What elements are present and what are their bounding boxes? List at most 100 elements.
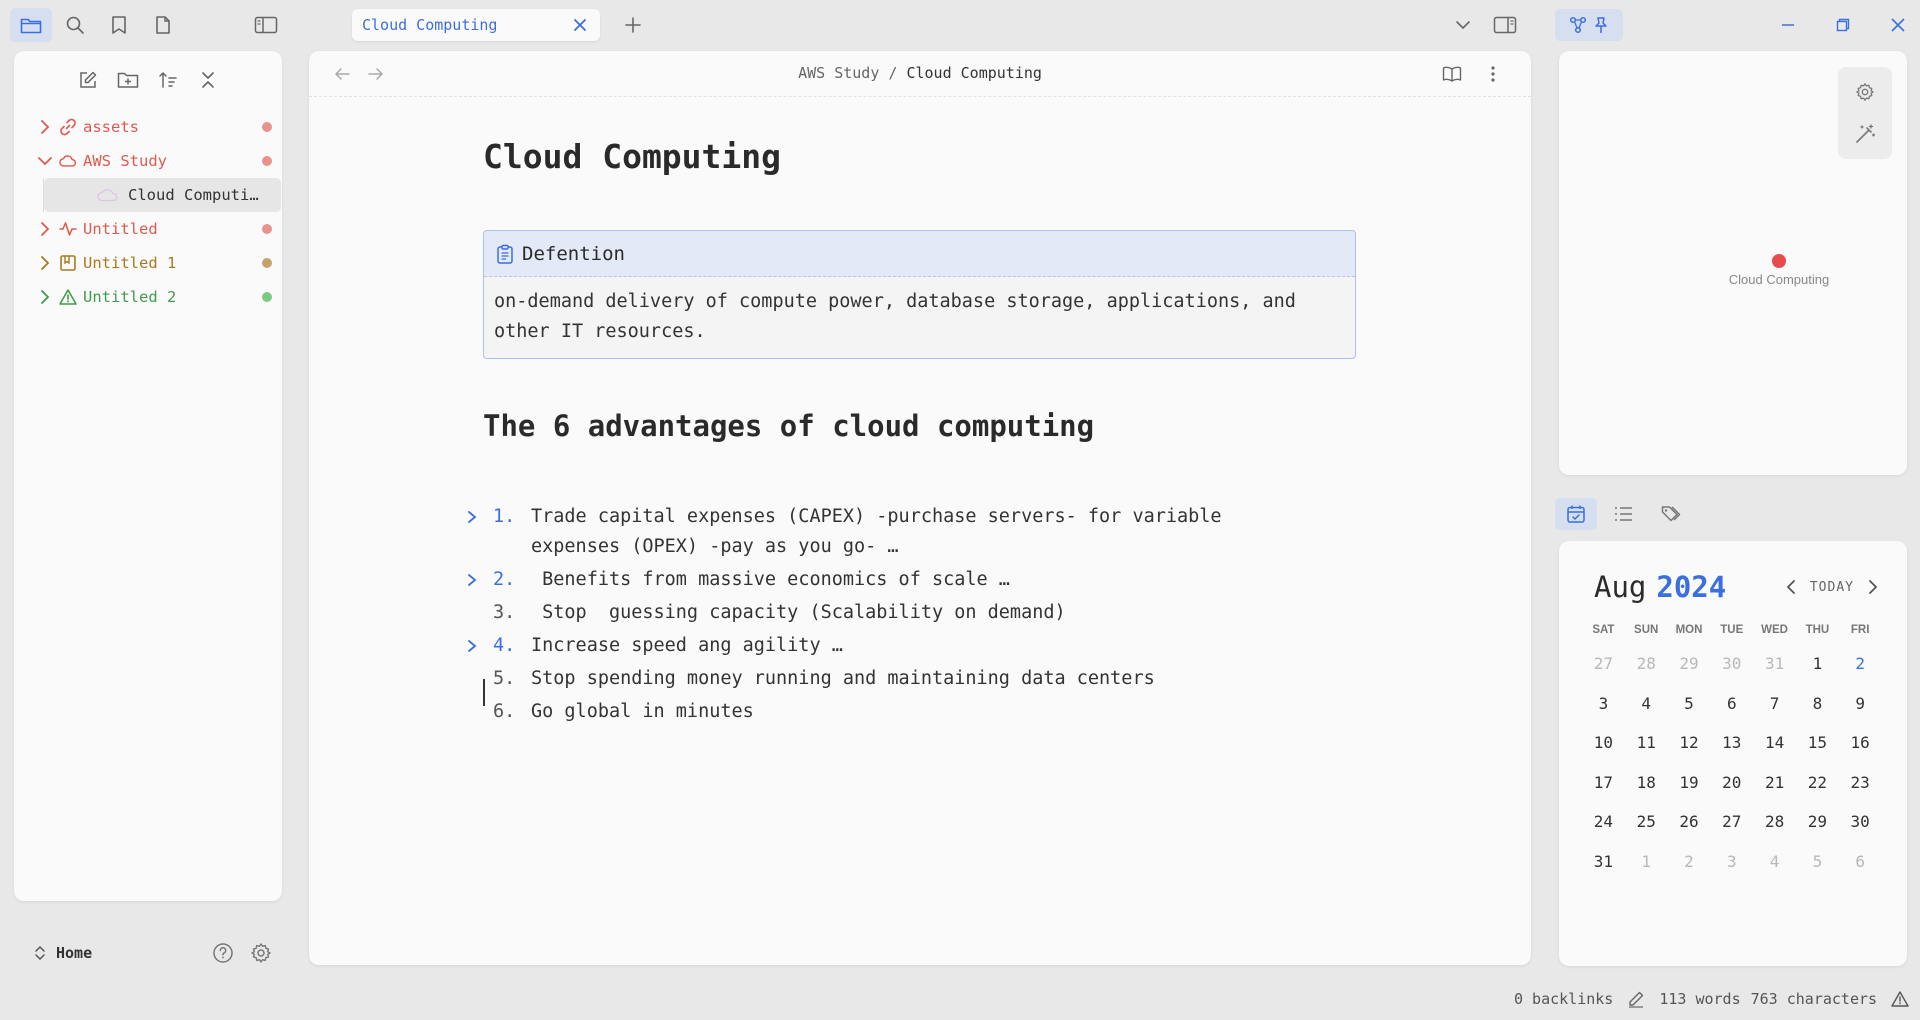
calendar-day[interactable]: 22 [1796, 767, 1839, 807]
chevron-right-icon[interactable] [1862, 574, 1884, 600]
calendar-day[interactable]: 29 [1668, 648, 1711, 688]
calendar-day[interactable]: 3 [1582, 688, 1625, 728]
calendar-day[interactable]: 30 [1710, 648, 1753, 688]
sort-icon[interactable] [152, 65, 184, 95]
list-item-text: Stop spending money running and maintain… [531, 668, 1155, 689]
calendar-day[interactable]: 29 [1796, 806, 1839, 846]
calendar-day[interactable]: 5 [1796, 846, 1839, 886]
fold-chevron-icon[interactable] [463, 565, 481, 595]
calendar-day[interactable]: 12 [1668, 727, 1711, 767]
calendar-day[interactable]: 27 [1582, 648, 1625, 688]
folder-untitled-2[interactable]: Untitled 2 [29, 280, 281, 314]
calendar-day[interactable]: 10 [1582, 727, 1625, 767]
list-item[interactable]: 6. Go global in minutes [469, 697, 1369, 727]
calendar-day[interactable]: 27 [1710, 806, 1753, 846]
file-cloud-computing[interactable]: Cloud Computing [43, 178, 281, 212]
list-item[interactable]: 3. Stop guessing capacity (Scalability o… [469, 598, 1369, 628]
calendar-day[interactable]: 15 [1796, 727, 1839, 767]
calendar-day[interactable]: 11 [1625, 727, 1668, 767]
calendar-day[interactable]: 8 [1796, 688, 1839, 728]
list-item[interactable]: 5. Stop spending money running and maint… [469, 664, 1369, 694]
callout[interactable]: Defention on-demand delivery of compute … [483, 230, 1356, 359]
local-graph-view[interactable]: Cloud Computing [1559, 51, 1907, 475]
plus-icon[interactable] [618, 10, 648, 40]
warning-icon[interactable] [1891, 990, 1909, 1008]
folder-aws-study[interactable]: AWS Study [29, 144, 281, 178]
fold-chevron-icon[interactable] [463, 631, 481, 661]
calendar-day[interactable]: 26 [1668, 806, 1711, 846]
pencil-icon[interactable] [1627, 990, 1645, 1008]
close-icon[interactable] [570, 15, 590, 35]
calendar-icon[interactable] [1555, 498, 1597, 530]
calendar-day[interactable]: 31 [1582, 846, 1625, 886]
list-item[interactable]: 4. Increase speed ang agility … [468, 631, 1369, 661]
calendar-day[interactable]: 6 [1839, 846, 1882, 886]
pin-icon[interactable] [1593, 16, 1609, 34]
new-folder-icon[interactable] [112, 65, 144, 95]
calendar-day[interactable]: 13 [1710, 727, 1753, 767]
folder-untitled-1[interactable]: Untitled 1 [29, 246, 281, 280]
restore-icon[interactable] [1815, 8, 1870, 42]
calendar-day[interactable]: 19 [1668, 767, 1711, 807]
breadcrumb-parent[interactable]: AWS Study [798, 64, 879, 82]
more-vertical-icon[interactable] [1481, 61, 1505, 87]
calendar-day[interactable]: 30 [1839, 806, 1882, 846]
book-open-icon[interactable] [1437, 61, 1467, 87]
calendar-day[interactable]: 18 [1625, 767, 1668, 807]
calendar-day[interactable]: 25 [1625, 806, 1668, 846]
calendar-day[interactable]: 3 [1710, 846, 1753, 886]
calendar-day[interactable]: 21 [1753, 767, 1796, 807]
list-item[interactable]: 2. Benefits from massive economics of sc… [468, 565, 1369, 595]
chevron-down-icon[interactable] [1448, 10, 1478, 40]
calendar-day-today[interactable]: 2 [1839, 648, 1882, 688]
calendar-day[interactable]: 28 [1625, 648, 1668, 688]
calendar-day[interactable]: 16 [1839, 727, 1882, 767]
folder-untitled[interactable]: Untitled [29, 212, 281, 246]
magic-wand-icon[interactable] [1847, 116, 1883, 152]
vault-switcher[interactable]: Home [34, 944, 206, 962]
tab-cloud-computing[interactable]: Cloud Computing [352, 9, 600, 41]
calendar-day[interactable]: 4 [1753, 846, 1796, 886]
calendar-day[interactable]: 17 [1582, 767, 1625, 807]
fold-chevron-icon[interactable] [463, 502, 481, 532]
page-title[interactable]: Cloud Computing [483, 137, 781, 176]
breadcrumb-current[interactable]: Cloud Computing [906, 64, 1041, 82]
folder-icon[interactable] [10, 8, 52, 42]
today-button[interactable]: TODAY [1802, 580, 1862, 595]
calendar-day[interactable]: 20 [1710, 767, 1753, 807]
calendar-day[interactable]: 1 [1625, 846, 1668, 886]
help-icon[interactable] [206, 936, 240, 970]
gear-icon[interactable] [1847, 74, 1883, 110]
list-item[interactable]: 1. Trade capital expenses (CAPEX) -purch… [468, 502, 1369, 562]
tags-icon[interactable] [1651, 498, 1693, 530]
close-icon[interactable] [1870, 8, 1920, 42]
sidebar-left-icon[interactable] [246, 8, 286, 42]
gear-icon[interactable] [244, 936, 278, 970]
minimize-icon[interactable] [1760, 8, 1815, 42]
calendar-day[interactable]: 4 [1625, 688, 1668, 728]
calendar-day[interactable]: 2 [1668, 846, 1711, 886]
new-note-icon[interactable] [72, 65, 104, 95]
graph-node[interactable] [1772, 254, 1786, 268]
collapse-all-icon[interactable] [192, 65, 224, 95]
graph-icon[interactable] [1569, 16, 1587, 34]
calendar-day[interactable]: 31 [1753, 648, 1796, 688]
section-heading[interactable]: The 6 advantages of cloud computing [483, 409, 1094, 443]
search-icon[interactable] [54, 8, 96, 42]
list-icon[interactable] [1603, 498, 1645, 530]
folder-assets[interactable]: assets [29, 110, 281, 144]
calendar-day[interactable]: 24 [1582, 806, 1625, 846]
calendar-day[interactable]: 28 [1753, 806, 1796, 846]
bookmark-icon[interactable] [98, 8, 140, 42]
calendar-day[interactable]: 9 [1839, 688, 1882, 728]
calendar-day[interactable]: 6 [1710, 688, 1753, 728]
file-icon[interactable] [142, 8, 184, 42]
calendar-day[interactable]: 23 [1839, 767, 1882, 807]
calendar-day[interactable]: 1 [1796, 648, 1839, 688]
sidebar-right-icon[interactable] [1490, 10, 1520, 40]
calendar-day[interactable]: 7 [1753, 688, 1796, 728]
backlinks-count[interactable]: 0 backlinks [1514, 990, 1613, 1008]
chevron-left-icon[interactable] [1780, 574, 1802, 600]
calendar-day[interactable]: 5 [1668, 688, 1711, 728]
calendar-day[interactable]: 14 [1753, 727, 1796, 767]
